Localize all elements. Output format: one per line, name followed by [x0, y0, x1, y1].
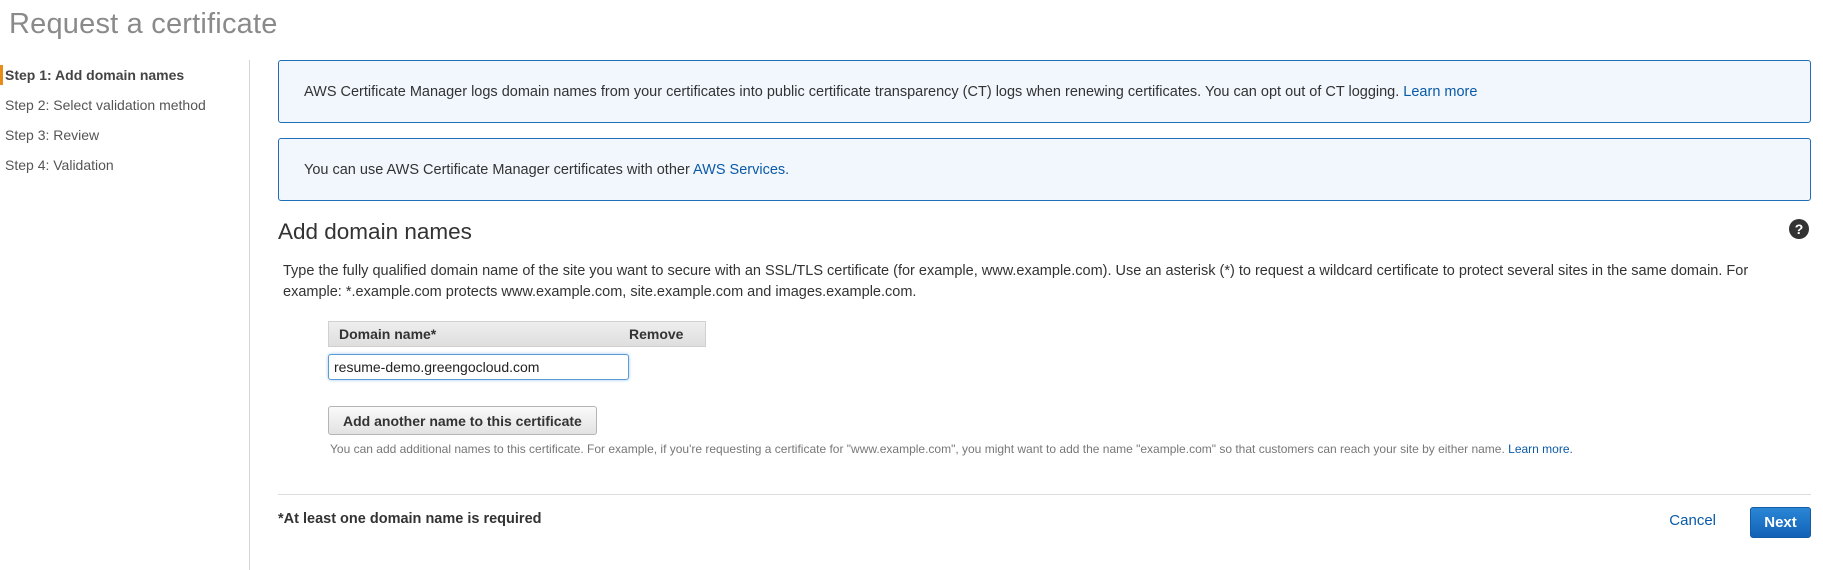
- ct-logging-text: AWS Certificate Manager logs domain name…: [304, 83, 1404, 100]
- hint-text: You can add additional names to this cer…: [330, 442, 1509, 456]
- domain-names-table: Domain name* Remove: [328, 321, 706, 380]
- ct-learn-more-link[interactable]: Learn more: [1403, 84, 1477, 100]
- cancel-link[interactable]: Cancel: [1669, 512, 1716, 529]
- main-content: AWS Certificate Manager logs domain name…: [278, 60, 1811, 547]
- section-header: Add domain names ?: [278, 217, 1811, 247]
- wizard-steps: Step 1: Add domain names Step 2: Select …: [0, 60, 250, 570]
- section-title: Add domain names: [278, 219, 472, 244]
- footer: *At least one domain name is required Ca…: [278, 507, 1811, 547]
- remove-column-header: Remove: [629, 326, 684, 342]
- aws-services-link[interactable]: AWS Services.: [693, 162, 789, 178]
- step-select-validation-method[interactable]: Step 2: Select validation method: [0, 90, 249, 120]
- step-review[interactable]: Step 3: Review: [0, 120, 249, 150]
- add-another-name-button[interactable]: Add another name to this certificate: [328, 406, 597, 435]
- divider: [278, 494, 1811, 495]
- section-description: Type the fully qualified domain name of …: [283, 263, 1749, 300]
- additional-names-hint: You can add additional names to this cer…: [330, 442, 1811, 456]
- services-notice: You can use AWS Certificate Manager cert…: [278, 138, 1811, 201]
- ct-logging-notice: AWS Certificate Manager logs domain name…: [278, 60, 1811, 123]
- required-note: *At least one domain name is required: [278, 511, 542, 527]
- hint-learn-more-link[interactable]: Learn more.: [1508, 442, 1573, 456]
- step-add-domain-names[interactable]: Step 1: Add domain names: [0, 60, 249, 90]
- services-text: You can use AWS Certificate Manager cert…: [304, 161, 694, 178]
- table-header: Domain name* Remove: [328, 321, 706, 347]
- domain-name-column-header: Domain name*: [339, 326, 437, 342]
- domain-name-input[interactable]: [328, 354, 629, 380]
- step-validation[interactable]: Step 4: Validation: [0, 150, 249, 180]
- help-icon[interactable]: ?: [1789, 219, 1809, 239]
- page-title: Request a certificate: [9, 8, 278, 40]
- next-button[interactable]: Next: [1750, 507, 1811, 538]
- table-row: [328, 354, 706, 380]
